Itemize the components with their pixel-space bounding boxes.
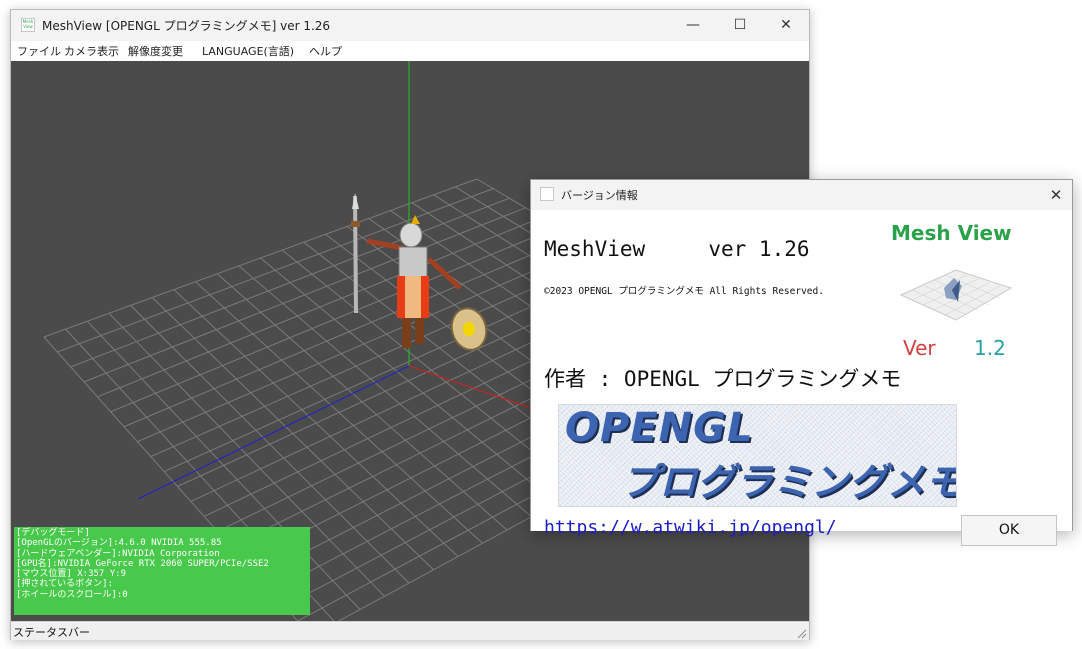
debug-line: [デバッグモード] [16, 528, 90, 538]
close-button[interactable]: ✕ [763, 10, 809, 40]
debug-line: [マウス位置] X:357 Y:9 [16, 569, 127, 580]
website-link[interactable]: https://w.atwiki.jp/opengl/ [544, 517, 837, 538]
menu-bar: ファイル カメラ表示 解像度変更 LANGUAGE(言語) ヘルプ [11, 41, 809, 61]
status-text: ステータスバー [13, 626, 90, 639]
author-banner-image: OPENGL プログラミングメモ [558, 404, 957, 507]
app-icon: Mesh View [21, 18, 35, 32]
dialog-close-button[interactable]: ✕ [1040, 180, 1072, 210]
dialog-title: バージョン情報 [561, 189, 638, 202]
menu-language[interactable]: LANGUAGE(言語) [202, 43, 294, 59]
version-dialog: バージョン情報 ✕ MeshView ver 1.26 ©2023 OPENGL… [530, 179, 1073, 546]
menu-resolution[interactable]: 解像度変更 [128, 43, 183, 59]
menu-camera[interactable]: カメラ表示 [64, 43, 119, 59]
debug-line: [GPU名]:NVIDIA GeForce RTX 2060 SUPER/PCI… [16, 558, 269, 569]
debug-line: [ホイールのスクロール]:0 [16, 589, 128, 600]
debug-line: [押されているボタン]: [16, 579, 113, 590]
debug-info-panel: [デバッグモード] [OpenGLのバージョン]:4.6.0 NVIDIA 55… [14, 527, 310, 615]
debug-line: [ハードウェアベンダー]:NVIDIA Corporation [16, 548, 220, 559]
logo-ver-number: 1.2 [974, 336, 1006, 360]
minimize-button[interactable]: — [670, 10, 716, 40]
banner-line-1: OPENGL [565, 405, 754, 451]
maximize-button[interactable]: ☐ [717, 10, 763, 40]
app-name-version: MeshView ver 1.26 [544, 237, 810, 261]
debug-line: [OpenGLのバージョン]:4.6.0 NVIDIA 555.85 [16, 538, 222, 549]
copyright-text: ©2023 OPENGL プログラミングメモ All Rights Reserv… [544, 286, 824, 297]
menu-file[interactable]: ファイル [17, 43, 61, 59]
banner-line-2: プログラミングメモ [621, 460, 957, 504]
logo-ver-label: Ver [903, 336, 936, 360]
status-bar: ステータスバー [11, 621, 809, 640]
logo-mesh-icon [899, 269, 1013, 321]
menu-help[interactable]: ヘルプ [309, 43, 342, 59]
resize-grip-icon[interactable] [795, 627, 807, 639]
logo-title: Mesh View [891, 221, 1012, 245]
dialog-title-bar[interactable]: バージョン情報 ✕ [531, 180, 1072, 210]
ok-button[interactable]: OK [961, 515, 1057, 546]
author-text: 作者 : OPENGL プログラミングメモ [544, 367, 902, 391]
window-title: MeshView [OPENGL プログラミングメモ] ver 1.26 [42, 19, 331, 33]
title-bar[interactable]: Mesh View MeshView [OPENGL プログラミングメモ] ve… [11, 10, 809, 41]
dialog-app-icon [540, 187, 554, 201]
dialog-body: MeshView ver 1.26 ©2023 OPENGL プログラミングメモ… [531, 210, 1072, 546]
